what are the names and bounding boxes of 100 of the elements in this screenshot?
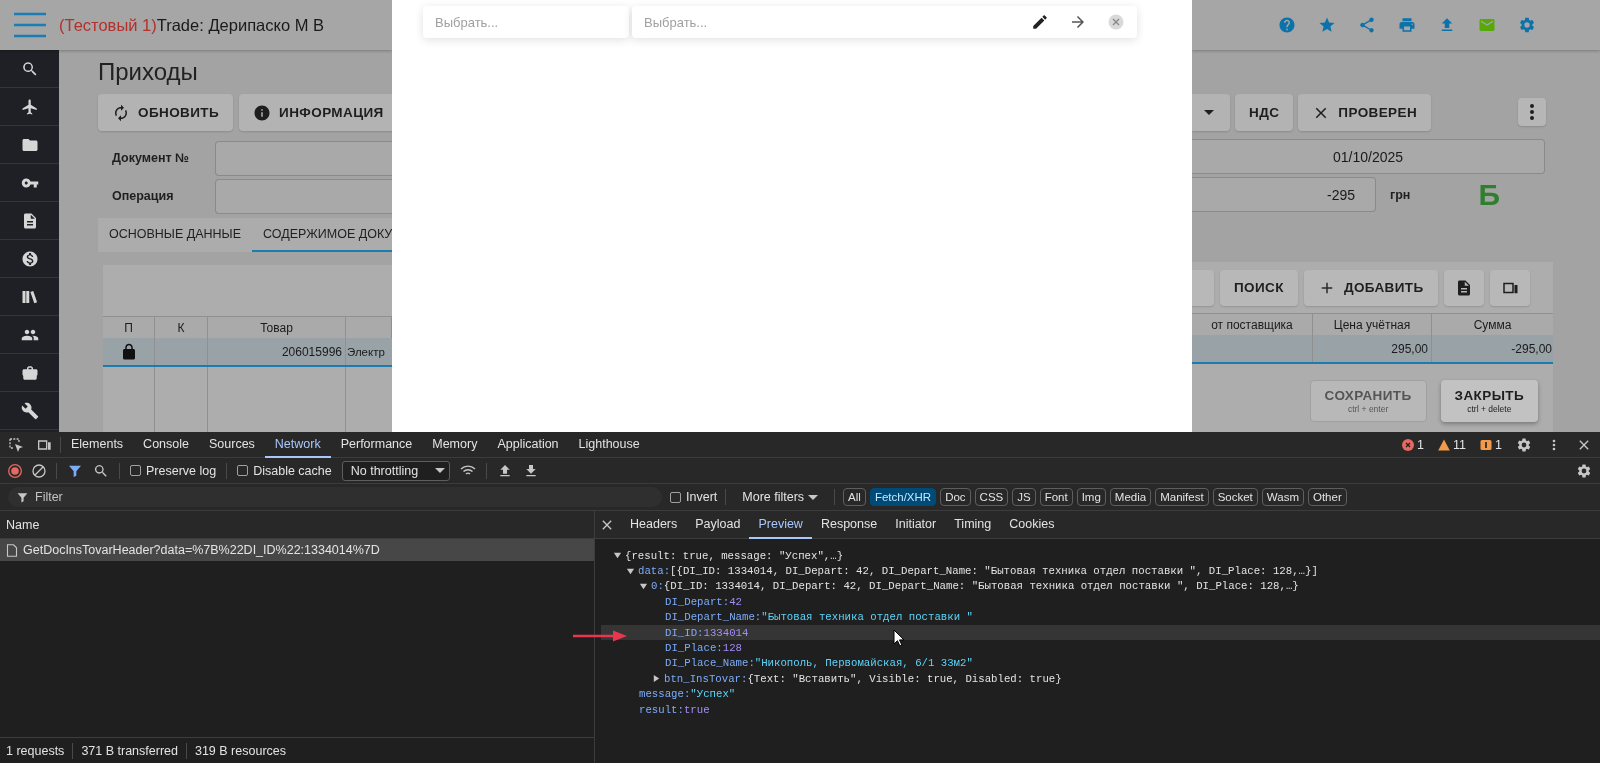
panel-tab[interactable]: Timing xyxy=(945,510,1001,539)
panel-tab[interactable]: Elements xyxy=(61,432,134,458)
panel-tab[interactable]: Payload xyxy=(686,510,750,539)
type-filter-chip[interactable]: Fetch/XHR xyxy=(869,488,937,506)
tree-row[interactable]: DI_Depart:42 xyxy=(601,594,1600,610)
toolbar-button[interactable] xyxy=(1489,269,1530,306)
tree-row[interactable]: message:"Успех" xyxy=(601,686,1600,702)
tab[interactable]: ОСНОВНЫЕ ДАННЫЕ xyxy=(98,218,252,252)
tree-value: [{DI_ID: 1334014, DI_Depart: 42, DI_Depart_Name: "Бытовая техника отдел поставки ", DI_Place: 128,…}] xyxy=(670,565,1318,578)
wrench-icon[interactable] xyxy=(20,401,39,420)
tree-key: DI_Place_Name: xyxy=(665,657,755,670)
column-header: Цена учётная xyxy=(1313,313,1432,335)
star-icon[interactable] xyxy=(1318,16,1336,34)
expanded-triangle-icon[interactable] xyxy=(613,551,622,561)
form-button[interactable]: ЗАКРЫТЬ ctrl + delete xyxy=(1440,380,1538,422)
type-filter-chip[interactable]: JS xyxy=(1012,488,1036,506)
inspect-icon[interactable] xyxy=(8,436,24,453)
search-icon[interactable] xyxy=(93,462,109,479)
type-filter-chip[interactable]: Socket xyxy=(1212,488,1258,506)
clear-icon[interactable] xyxy=(32,463,46,478)
toolbar-button[interactable]: ПОИСК xyxy=(1220,269,1298,306)
filter-icon xyxy=(16,490,29,504)
panel-tab[interactable]: Sources xyxy=(199,432,265,458)
collapsed-triangle-icon[interactable] xyxy=(652,674,661,684)
tree-row[interactable]: DI_Place:128 xyxy=(601,640,1600,656)
type-filter-chip[interactable]: All xyxy=(843,488,866,506)
checkbox[interactable]: Disable cache xyxy=(237,463,332,478)
dropdown-button[interactable] xyxy=(1192,94,1230,131)
panel-tab[interactable]: Response xyxy=(811,510,887,539)
table-row[interactable]: 206015996 Электр xyxy=(103,338,392,367)
throttling-select[interactable]: No throttling xyxy=(341,460,450,481)
checkbox[interactable]: Preserve log xyxy=(130,463,217,478)
panel-tab[interactable]: Initiator xyxy=(886,510,946,539)
status-letter: Б xyxy=(1478,177,1500,212)
dropdown-box[interactable]: Выбрать... xyxy=(423,6,629,38)
search-icon[interactable] xyxy=(20,59,39,78)
type-filter-chip[interactable]: Other xyxy=(1307,488,1347,506)
tree-row[interactable]: 0:{DI_ID: 1334014, DI_Depart: 42, DI_Depart_Name: "Бытовая техника отдел поставки ", DI_Place: 128,…} xyxy=(601,578,1600,595)
type-filter-chip[interactable]: Manifest xyxy=(1155,488,1209,506)
error-icon[interactable] xyxy=(1402,438,1415,451)
issue-icon[interactable] xyxy=(1480,438,1493,451)
panel-tab[interactable]: Lighthouse xyxy=(568,432,650,458)
tree-row[interactable]: {result: true, message: "Успех",…} xyxy=(601,548,1600,564)
toolbar-button[interactable]: ОБНОВИТЬ xyxy=(98,94,234,131)
toolbar-button[interactable]: НДС xyxy=(1235,94,1294,131)
warning-icon[interactable] xyxy=(1438,438,1451,451)
type-filter-chip[interactable]: CSS xyxy=(974,488,1009,506)
tree-value: "Успех" xyxy=(690,688,736,701)
toolbar-button[interactable]: ПРОВЕРЕН xyxy=(1298,94,1432,131)
panel-tab[interactable]: Performance xyxy=(330,432,423,458)
status-text: 319 B resources xyxy=(194,743,286,758)
warning-count: 11 xyxy=(1453,437,1467,452)
expanded-triangle-icon[interactable] xyxy=(639,581,648,591)
type-filter-chip[interactable]: Wasm xyxy=(1261,488,1304,506)
settings-icon[interactable] xyxy=(1516,436,1532,453)
request-row[interactable]: GetDocInsTovarHeader?data=%7B%22DI_ID%22:1334014%7D xyxy=(0,539,594,561)
tree-key: 0: xyxy=(651,580,664,593)
tree-row[interactable]: btn_InsTovar:{Text: "Вставить", Visible: true, Disabled: true} xyxy=(601,671,1600,687)
type-filter-chip[interactable]: Img xyxy=(1076,488,1106,506)
more-filters-dropdown[interactable]: More filters xyxy=(734,490,827,504)
panel-tab[interactable]: Application xyxy=(487,432,569,458)
type-filter-chip[interactable]: Media xyxy=(1109,488,1152,506)
panel-tab[interactable]: Cookies xyxy=(1000,510,1064,539)
panel-tab[interactable]: Preview xyxy=(749,510,812,539)
table-row[interactable]: 295,00 -295,00 xyxy=(1192,335,1553,364)
expanded-triangle-icon[interactable] xyxy=(626,566,635,576)
tree-row[interactable]: DI_ID:1334014 xyxy=(601,624,1600,641)
toolbar-button[interactable]: ИНФОРМАЦИЯ xyxy=(239,94,392,131)
airplane-icon[interactable] xyxy=(20,97,39,116)
tree-value: 1334014 xyxy=(703,626,749,639)
panel-tab[interactable]: Headers xyxy=(621,510,687,539)
filter-field[interactable]: Filter xyxy=(35,490,654,504)
panel-tab[interactable]: Memory xyxy=(422,432,488,458)
tree-value: {result: true, message: "Успех",…} xyxy=(625,549,844,562)
select-field[interactable]: Выбрать... xyxy=(435,14,617,30)
pencil-icon[interactable] xyxy=(1031,13,1049,31)
amount-field[interactable]: -295 xyxy=(1192,177,1376,212)
type-filter-chip[interactable]: Doc xyxy=(940,488,971,506)
tree-key: DI_ID: xyxy=(665,626,704,639)
select-field[interactable]: Выбрать... xyxy=(644,14,1031,30)
tree-row[interactable]: data:[{DI_ID: 1334014, DI_Depart: 42, DI_Depart_Name: "Бытовая техника отдел поставки ", DI_Place: 128,…}] xyxy=(601,563,1600,579)
arrow-right-icon[interactable] xyxy=(1069,13,1087,31)
briefcase-icon[interactable] xyxy=(20,363,39,382)
record-icon[interactable] xyxy=(8,463,22,478)
date-field[interactable]: 01/10/2025 xyxy=(1192,139,1545,174)
dollar-coin-icon[interactable] xyxy=(20,249,39,268)
tree-row[interactable]: result:true xyxy=(601,701,1600,718)
tree-row[interactable]: DI_Depart_Name:"Бытовая техника отдел поставки " xyxy=(601,609,1600,625)
tree-row[interactable]: DI_Place_Name:"Никополь, Первомайская, 6/1 33м2" xyxy=(601,655,1600,672)
toolbar-button[interactable]: ДОБАВИТЬ xyxy=(1303,269,1438,306)
panel-tab[interactable]: Console xyxy=(133,432,199,458)
type-filter-chip[interactable]: Font xyxy=(1039,488,1073,506)
checkbox[interactable]: Invert xyxy=(670,490,718,504)
toolbar-button[interactable] xyxy=(1443,269,1484,306)
dropdown-box[interactable]: Выбрать... xyxy=(632,6,1137,38)
input-field[interactable] xyxy=(215,140,392,176)
more-button[interactable] xyxy=(1518,98,1546,126)
settings-icon[interactable] xyxy=(1576,462,1592,479)
filter-bar[interactable]: Filter xyxy=(8,487,662,507)
input-field[interactable] xyxy=(215,178,392,214)
